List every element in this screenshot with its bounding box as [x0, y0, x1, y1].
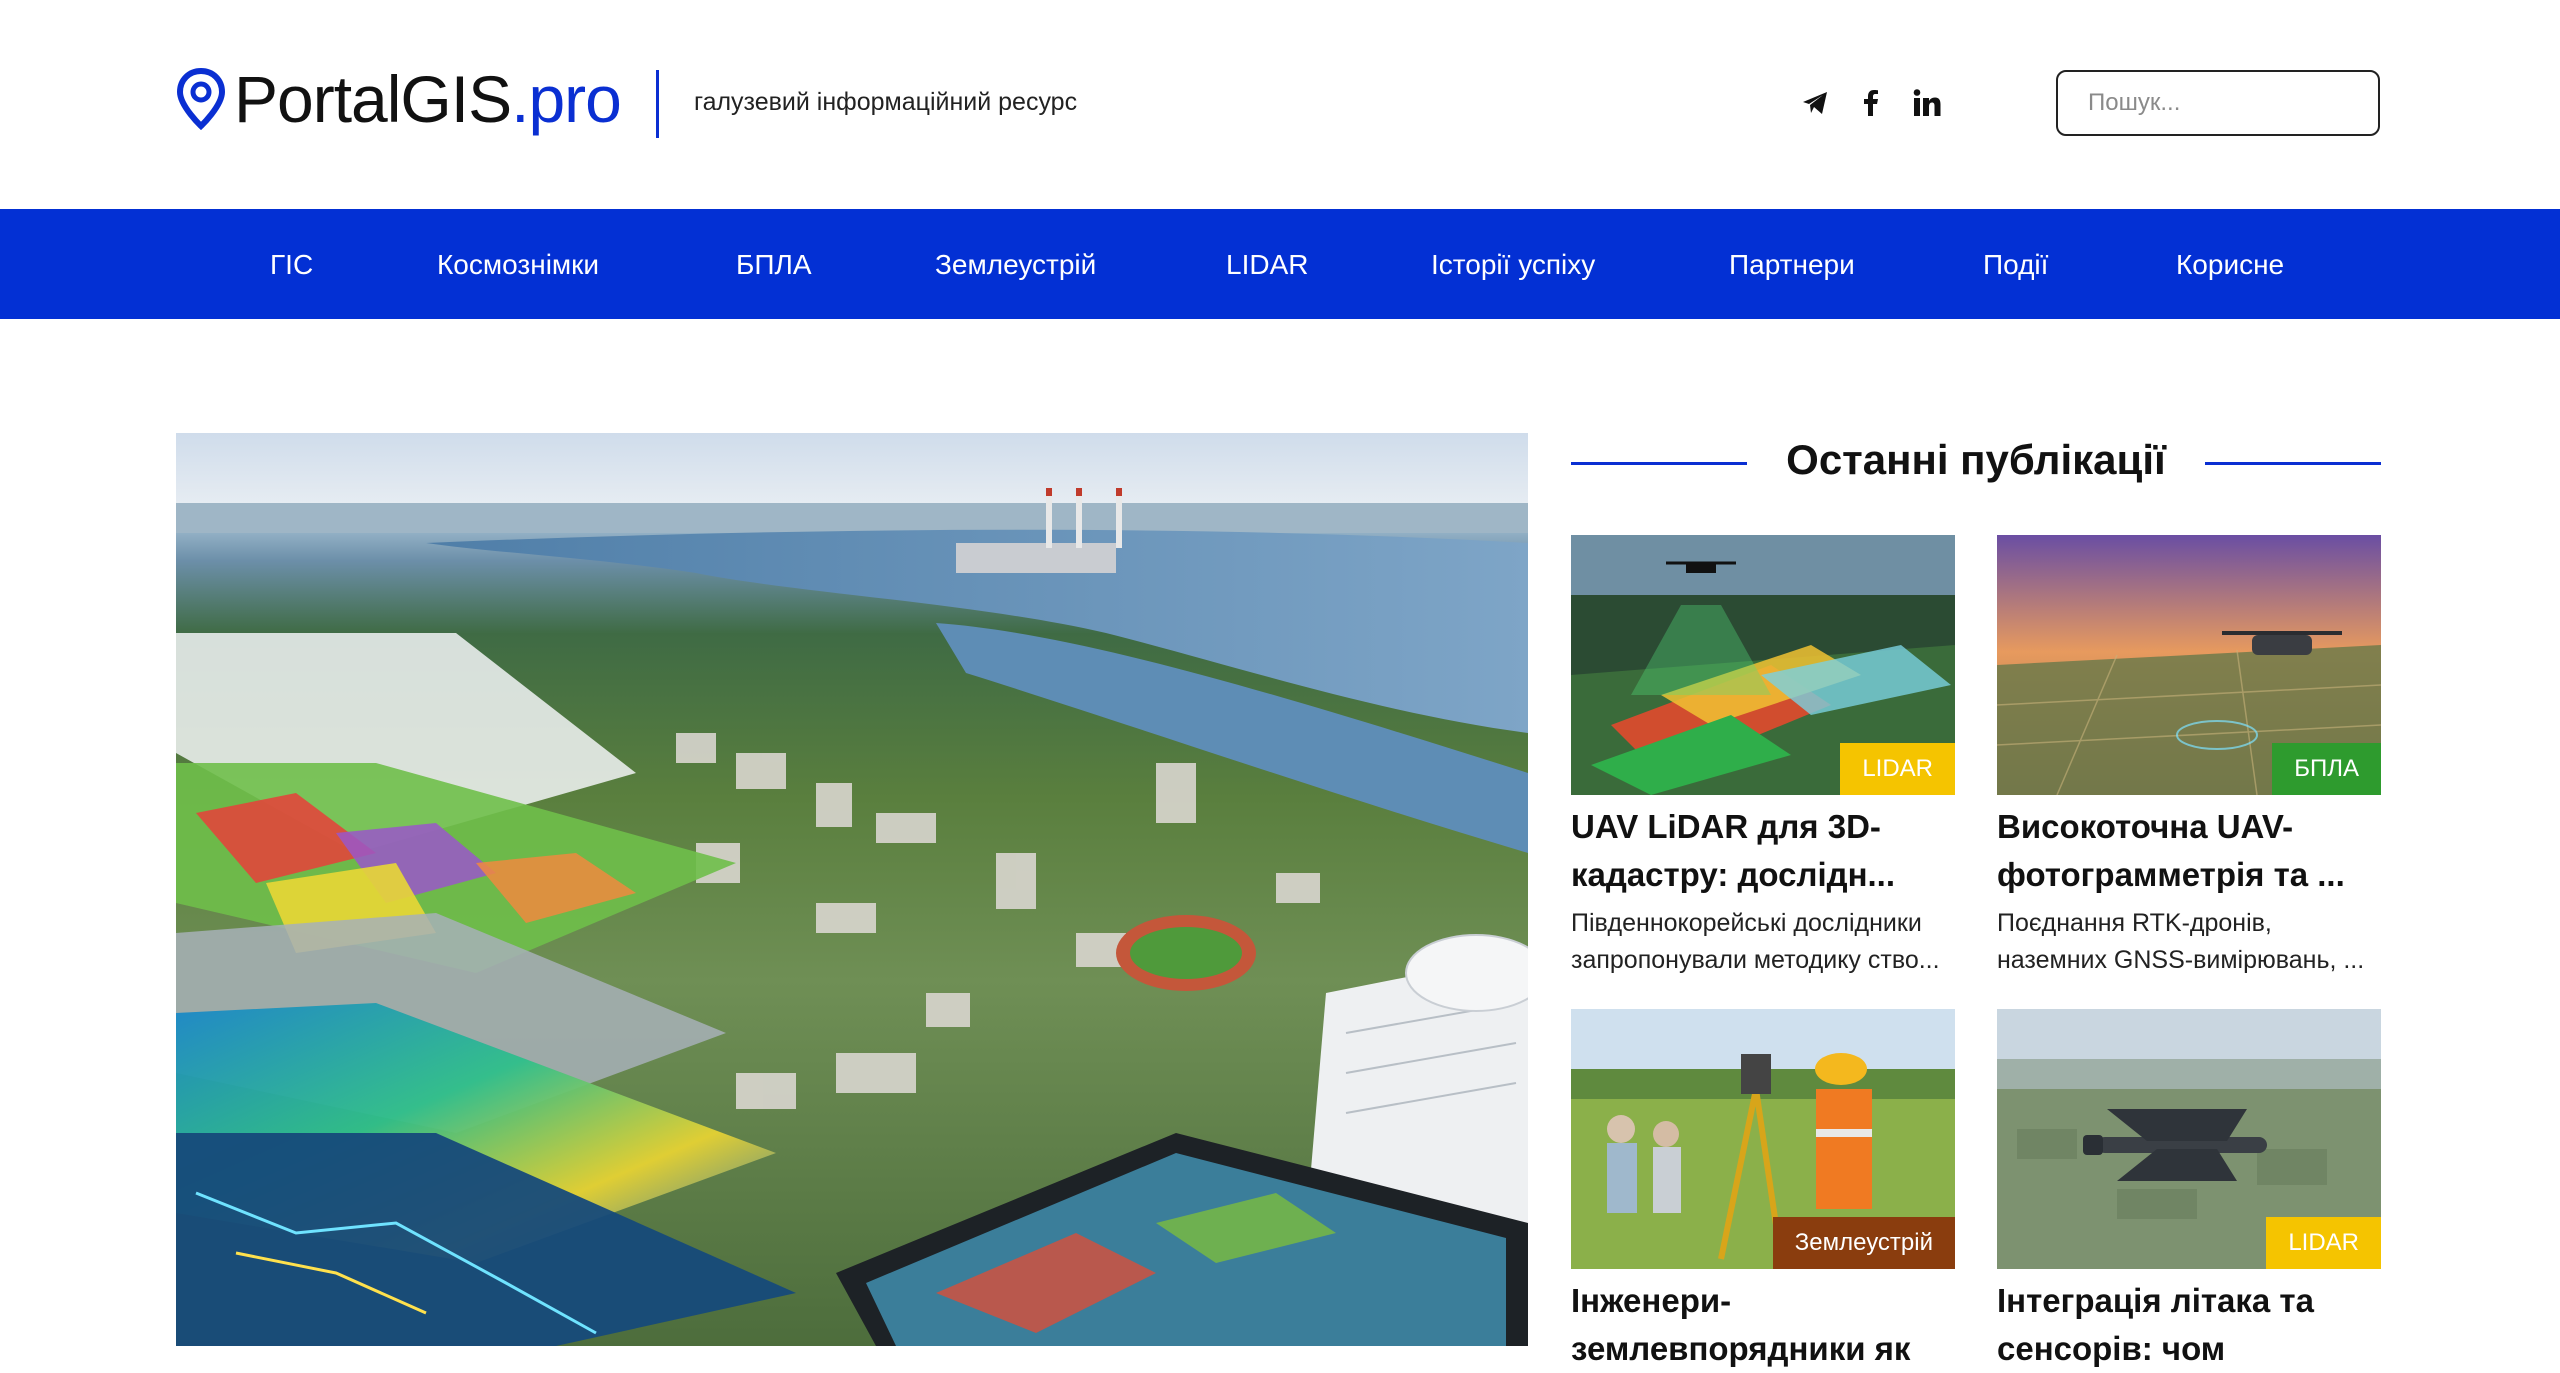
map-pin-logo-icon: [176, 68, 226, 130]
logo-tld: .pro: [511, 62, 622, 136]
nav-item-land-management[interactable]: Землеустрій: [935, 249, 1096, 281]
header-divider: [656, 70, 659, 138]
nav-item-partners[interactable]: Партнери: [1729, 249, 1855, 281]
nav-item-satellite[interactable]: Космознімки: [437, 249, 599, 281]
facebook-icon[interactable]: [1856, 88, 1886, 118]
publication-card[interactable]: Землеустрій Інженери-землевпорядники як: [1571, 1009, 1955, 1373]
publication-card[interactable]: БПЛА Високоточна UAV-фотограмметрія та .…: [1997, 535, 2381, 979]
category-badge[interactable]: БПЛА: [2272, 743, 2381, 795]
publication-title[interactable]: Високоточна UAV-фотограмметрія та ...: [1997, 803, 2381, 899]
search-input[interactable]: [2086, 88, 2400, 118]
publication-card[interactable]: LIDAR Інтеграція літака та сенсорів: чом: [1997, 1009, 2381, 1373]
nav-item-uav[interactable]: БПЛА: [736, 249, 812, 281]
nav-item-useful[interactable]: Корисне: [2176, 249, 2284, 281]
latest-publications-header: Останні публікації: [1571, 432, 2381, 494]
publication-thumbnail[interactable]: БПЛА: [1997, 535, 2381, 795]
publication-excerpt: Південнокорейські дослідники запропонува…: [1571, 909, 1940, 974]
publication-thumbnail[interactable]: LIDAR: [1571, 535, 1955, 795]
category-badge[interactable]: Землеустрій: [1772, 1217, 1955, 1269]
title-line-right: [2205, 462, 2381, 465]
publication-excerpt: Поєднання RTK-дронів, наземних GNSS-вимі…: [1997, 909, 2365, 974]
publication-title[interactable]: Інженери-землевпорядники як: [1571, 1277, 1955, 1373]
site-logo[interactable]: PortalGIS.pro: [176, 66, 622, 132]
publication-title[interactable]: Інтеграція літака та сенсорів: чом: [1997, 1277, 2381, 1373]
category-badge[interactable]: LIDAR: [1840, 743, 1955, 795]
main-nav: ГІС Космознімки БПЛА Землеустрій LIDAR І…: [0, 209, 2560, 319]
category-badge[interactable]: LIDAR: [2266, 1217, 2381, 1269]
nav-item-events[interactable]: Події: [1983, 249, 2048, 281]
social-links: [1800, 88, 1942, 118]
publication-title[interactable]: UAV LiDAR для 3D-кадастру: дослідн...: [1571, 803, 1955, 899]
site-header: PortalGIS.pro галузевий інформаційний ре…: [0, 0, 2560, 209]
search-box: [2056, 70, 2400, 136]
linkedin-icon[interactable]: [1912, 88, 1942, 118]
latest-publications-title: Останні публікації: [1786, 436, 2166, 483]
hero-illustration: [176, 433, 1528, 1346]
hero-image[interactable]: [176, 433, 1528, 1346]
site-tagline: галузевий інформаційний ресурс: [694, 88, 1078, 116]
logo-wordmark: PortalGIS.pro: [234, 66, 622, 132]
publication-thumbnail[interactable]: Землеустрій: [1571, 1009, 1955, 1269]
nav-item-gis[interactable]: ГІС: [270, 249, 313, 281]
nav-item-lidar[interactable]: LIDAR: [1226, 249, 1308, 281]
nav-item-success-stories[interactable]: Історії успіху: [1431, 249, 1595, 281]
publication-card[interactable]: LIDAR UAV LiDAR для 3D-кадастру: дослідн…: [1571, 535, 1955, 979]
telegram-icon[interactable]: [1800, 88, 1830, 118]
publication-thumbnail[interactable]: LIDAR: [1997, 1009, 2381, 1269]
logo-name: PortalGIS: [234, 62, 512, 136]
